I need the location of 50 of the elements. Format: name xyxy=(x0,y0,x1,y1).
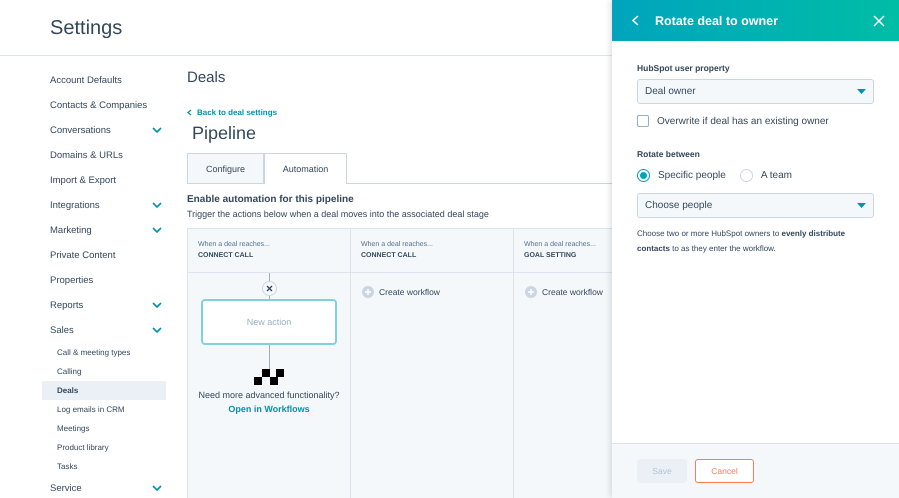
people-dropdown[interactable]: Choose people xyxy=(637,193,874,218)
sidebar-item[interactable]: Import & Export xyxy=(50,175,116,186)
sidebar-subitem[interactable]: Product library xyxy=(42,438,166,457)
field-label: HubSpot user property xyxy=(637,63,730,73)
caret-icon xyxy=(857,89,866,94)
sidebar-item[interactable]: Sales xyxy=(50,325,74,336)
chevron-left-icon xyxy=(187,109,192,116)
sidebar-subitem[interactable]: Log emails in CRM xyxy=(42,400,166,419)
radio-label: Specific people xyxy=(658,170,726,181)
property-dropdown[interactable]: Deal owner xyxy=(637,79,874,104)
sidebar-item[interactable]: Private Content xyxy=(50,250,116,261)
help-text: Choose two or more HubSpot owners to evenly distribute contacts to as they enter the workflow. xyxy=(637,228,846,255)
sidebar-item[interactable]: Conversations xyxy=(50,125,111,136)
sidebar-item[interactable]: Service xyxy=(50,483,82,494)
back-link[interactable]: Back to deal settings xyxy=(197,108,278,117)
create-workflow-button[interactable]: Create workflow xyxy=(525,286,603,298)
plus-icon xyxy=(525,286,537,298)
section-heading: Enable automation for this pipeline xyxy=(187,194,354,205)
pipeline-heading: Pipeline xyxy=(192,123,256,144)
plus-icon xyxy=(362,286,374,298)
section-title: Deals xyxy=(187,69,226,86)
close-icon[interactable] xyxy=(262,281,276,296)
sidebar-subitem[interactable]: Call & meeting types xyxy=(42,343,166,362)
page-title: Settings xyxy=(49,16,122,40)
caret-icon xyxy=(857,203,866,208)
radio-button[interactable] xyxy=(637,169,650,182)
create-workflow-button[interactable]: Create workflow xyxy=(362,286,440,298)
sidebar-item[interactable]: Contacts & Companies xyxy=(50,100,148,111)
sidebar-item[interactable]: Reports xyxy=(50,300,84,311)
panel-title: Rotate deal to owner xyxy=(655,14,779,28)
sidebar-subitem[interactable]: Tasks xyxy=(42,457,166,476)
sidebar-subitem[interactable]: Meetings xyxy=(42,419,166,438)
field-label: Rotate between xyxy=(637,149,700,159)
checkered-flag-icon xyxy=(254,369,284,385)
sidebar-item[interactable]: Integrations xyxy=(50,200,100,211)
checkbox-label: Overwrite if deal has an existing owner xyxy=(657,116,829,126)
tab[interactable]: Configure xyxy=(187,153,264,183)
sidebar-item[interactable]: Properties xyxy=(50,275,94,286)
sidebar-subitem[interactable]: Calling xyxy=(42,362,166,381)
sidebar-item[interactable]: Domains & URLs xyxy=(50,150,123,161)
section-description: Trigger the actions below when a deal moves into the associated deal stage xyxy=(187,209,489,219)
sidebar-item[interactable]: Account Defaults xyxy=(50,75,122,86)
sidebar-item[interactable]: Marketing xyxy=(50,225,92,236)
radio-button[interactable] xyxy=(740,169,753,182)
checkbox[interactable] xyxy=(637,115,649,127)
sidebar-subitem[interactable]: Deals xyxy=(42,381,166,400)
tab[interactable]: Automation xyxy=(264,153,347,184)
advanced-prompt: Need more advanced functionality? xyxy=(198,390,340,400)
radio-label: A team xyxy=(760,170,792,181)
back-icon[interactable] xyxy=(632,15,639,26)
